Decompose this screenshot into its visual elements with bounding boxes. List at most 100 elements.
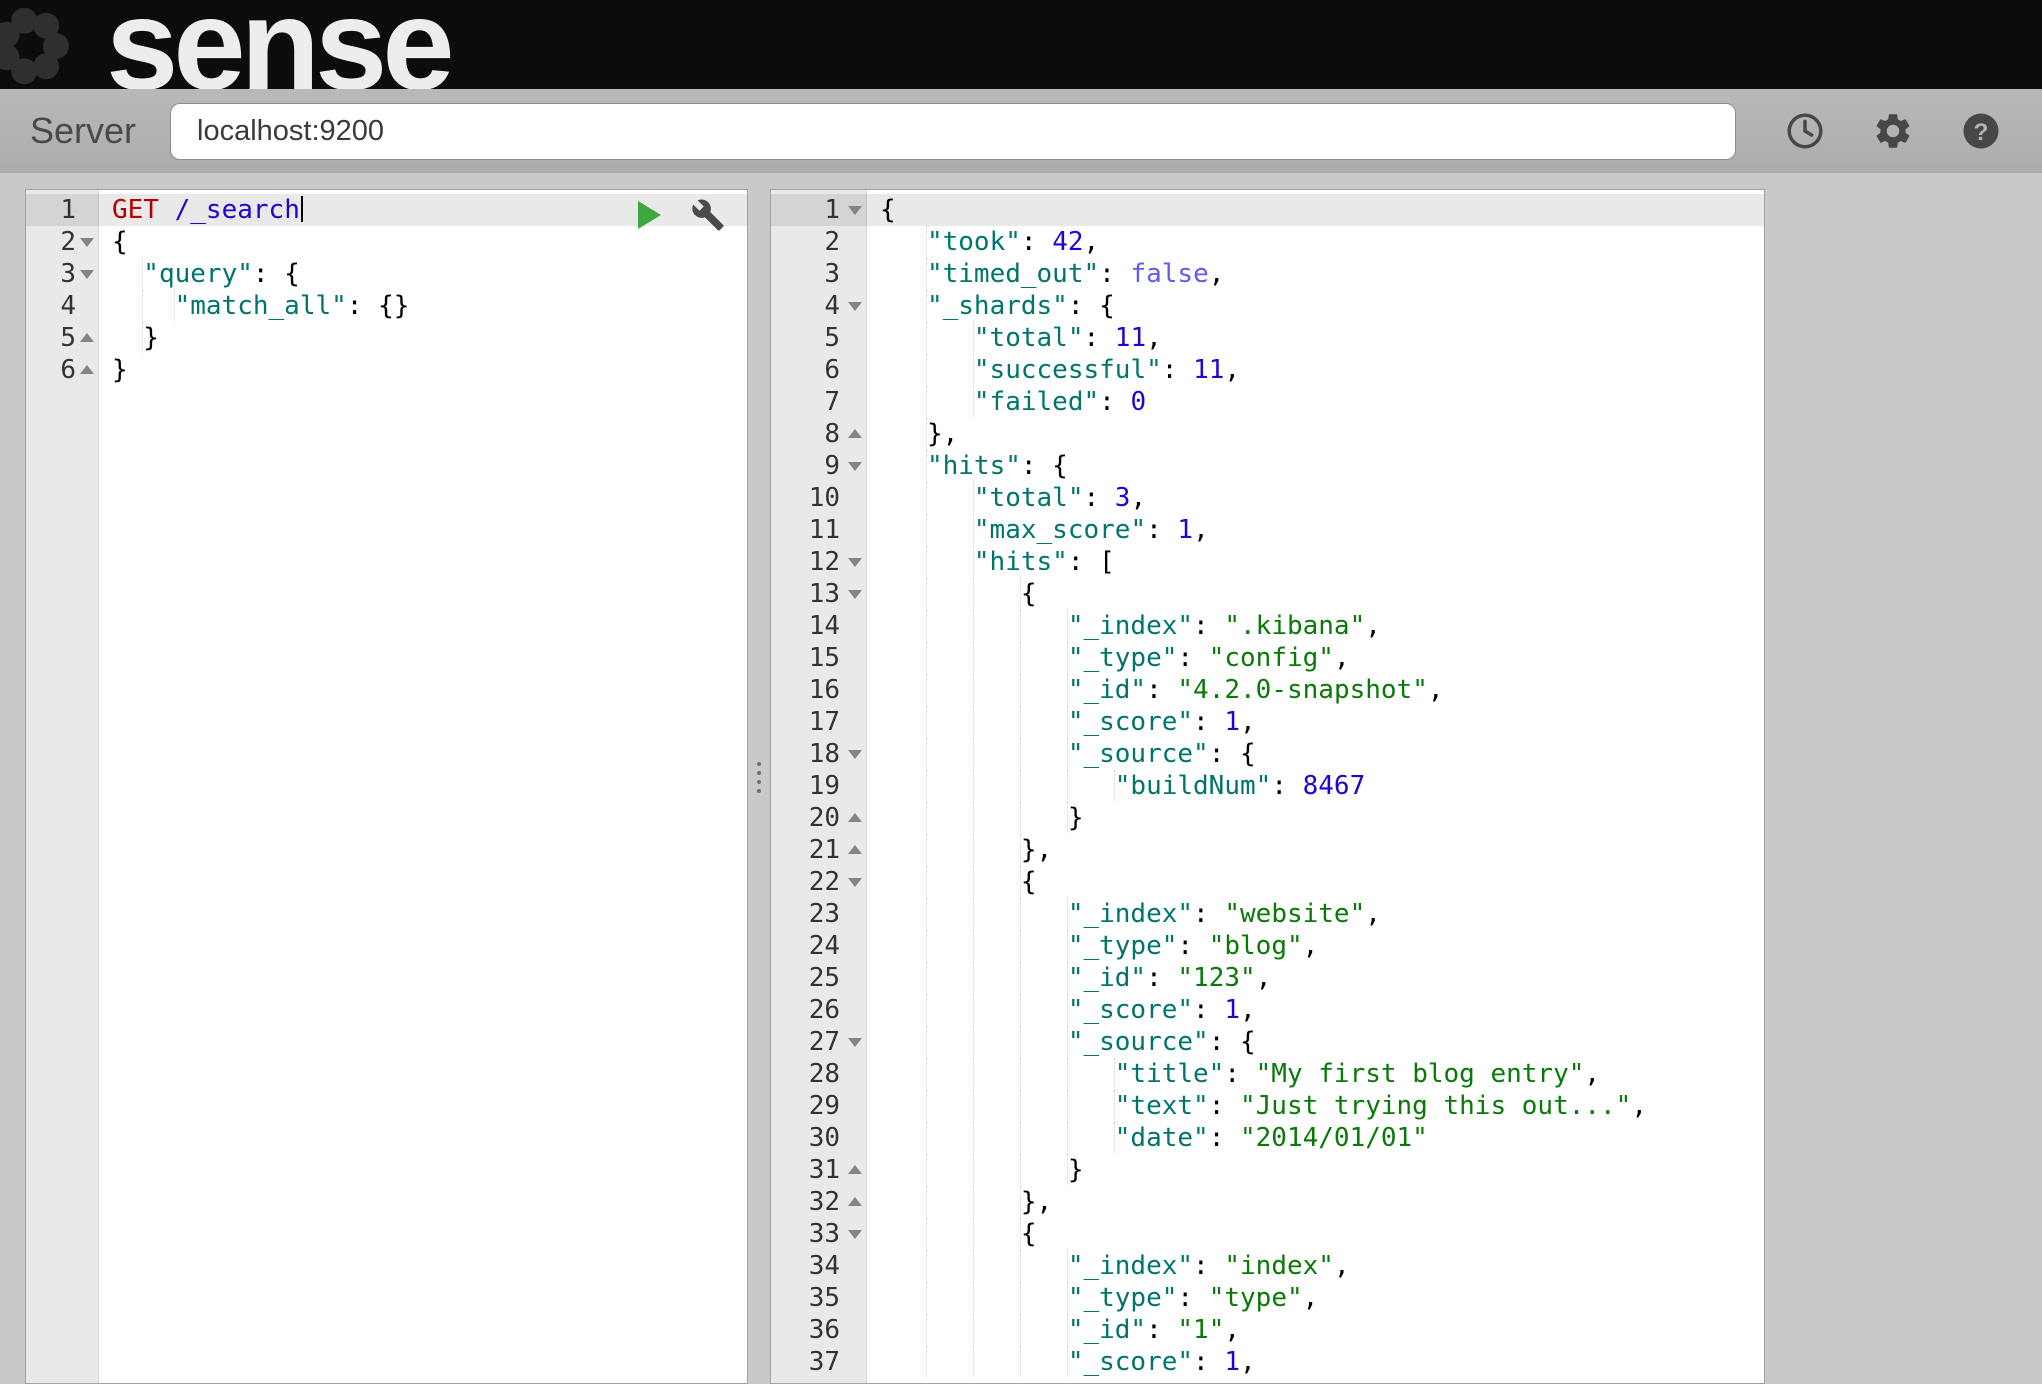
code-line[interactable]: 16"_id": "4.2.0-snapshot", bbox=[771, 674, 1764, 706]
settings-icon[interactable] bbox=[1872, 110, 1914, 152]
request-actions bbox=[638, 198, 725, 232]
code-line[interactable]: 20} bbox=[771, 802, 1764, 834]
server-input[interactable] bbox=[170, 103, 1736, 160]
code-line[interactable]: 7"failed": 0 bbox=[771, 386, 1764, 418]
fold-down-icon[interactable] bbox=[848, 1038, 862, 1047]
code-line[interactable]: 12"hits": [ bbox=[771, 546, 1764, 578]
code-line[interactable]: 4"match_all": {} bbox=[26, 290, 747, 322]
tools-icon[interactable] bbox=[691, 198, 725, 232]
indent-guide bbox=[143, 290, 174, 322]
indent-guide bbox=[880, 290, 927, 322]
code-line[interactable]: 19"buildNum": 8467 bbox=[771, 770, 1764, 802]
indent-guide bbox=[880, 1122, 927, 1154]
fold-down-icon[interactable] bbox=[80, 270, 94, 279]
code-line[interactable]: 31} bbox=[771, 1154, 1764, 1186]
indent-guide bbox=[927, 1186, 974, 1218]
fold-up-icon[interactable] bbox=[848, 1197, 862, 1206]
code-line[interactable]: 3"timed_out": false, bbox=[771, 258, 1764, 290]
run-request-button[interactable] bbox=[638, 201, 661, 229]
code-line[interactable]: 4"_shards": { bbox=[771, 290, 1764, 322]
line-number: 22 bbox=[771, 866, 866, 898]
fold-up-icon[interactable] bbox=[80, 365, 94, 374]
fold-down-icon[interactable] bbox=[848, 302, 862, 311]
code-line[interactable]: 17"_score": 1, bbox=[771, 706, 1764, 738]
fold-up-icon[interactable] bbox=[848, 429, 862, 438]
indent-guide bbox=[927, 578, 974, 610]
indent-guide bbox=[927, 322, 974, 354]
fold-down-icon[interactable] bbox=[848, 590, 862, 599]
code-line[interactable]: 6"successful": 11, bbox=[771, 354, 1764, 386]
indent-guide bbox=[880, 1218, 927, 1250]
code-line[interactable]: 3"query": { bbox=[26, 258, 747, 290]
code-line[interactable]: 5"total": 11, bbox=[771, 322, 1764, 354]
code-line[interactable]: 18"_source": { bbox=[771, 738, 1764, 770]
code-line[interactable]: 10"total": 3, bbox=[771, 482, 1764, 514]
line-number: 2 bbox=[26, 226, 98, 258]
fold-down-icon[interactable] bbox=[848, 558, 862, 567]
indent-guide bbox=[974, 610, 1021, 642]
fold-down-icon[interactable] bbox=[848, 462, 862, 471]
fold-up-icon[interactable] bbox=[80, 333, 94, 342]
indent-guide bbox=[1021, 610, 1068, 642]
code-line[interactable]: 11"max_score": 1, bbox=[771, 514, 1764, 546]
code-line[interactable]: 34"_index": "index", bbox=[771, 1250, 1764, 1282]
fold-down-icon[interactable] bbox=[848, 878, 862, 887]
indent-guide bbox=[974, 770, 1021, 802]
indent-guide bbox=[927, 866, 974, 898]
code-line[interactable]: 36"_id": "1", bbox=[771, 1314, 1764, 1346]
server-bar: Server ? bbox=[0, 89, 2042, 173]
line-number: 33 bbox=[771, 1218, 866, 1250]
code-line[interactable]: 26"_score": 1, bbox=[771, 994, 1764, 1026]
code-line[interactable]: 27"_source": { bbox=[771, 1026, 1764, 1058]
code-line[interactable]: 22{ bbox=[771, 866, 1764, 898]
top-bar: sense bbox=[0, 0, 2042, 89]
fold-down-icon[interactable] bbox=[848, 1230, 862, 1239]
indent-guide bbox=[1021, 994, 1068, 1026]
code-line[interactable]: 15"_type": "config", bbox=[771, 642, 1764, 674]
help-icon[interactable]: ? bbox=[1960, 110, 2002, 152]
code-line[interactable]: 35"_type": "type", bbox=[771, 1282, 1764, 1314]
code-line[interactable]: 8}, bbox=[771, 418, 1764, 450]
indent-guide bbox=[880, 1026, 927, 1058]
indent-guide bbox=[880, 1250, 927, 1282]
indent-guide bbox=[974, 1186, 1021, 1218]
indent-guide bbox=[880, 674, 927, 706]
history-icon[interactable] bbox=[1784, 110, 1826, 152]
code-line[interactable]: 32}, bbox=[771, 1186, 1764, 1218]
fold-down-icon[interactable] bbox=[848, 750, 862, 759]
line-number: 14 bbox=[771, 610, 866, 642]
code-line[interactable]: 13{ bbox=[771, 578, 1764, 610]
indent-guide bbox=[974, 706, 1021, 738]
fold-up-icon[interactable] bbox=[848, 845, 862, 854]
code-line[interactable]: 29"text": "Just trying this out...", bbox=[771, 1090, 1764, 1122]
code-line[interactable]: 30"date": "2014/01/01" bbox=[771, 1122, 1764, 1154]
sense-logo-icon bbox=[0, 0, 104, 89]
request-editor[interactable]: 1GET /_search2{3"query": {4"match_all": … bbox=[26, 190, 747, 1383]
code-line[interactable]: 37"_score": 1, bbox=[771, 1346, 1764, 1378]
code-line[interactable]: 24"_type": "blog", bbox=[771, 930, 1764, 962]
indent-guide bbox=[927, 1122, 974, 1154]
fold-down-icon[interactable] bbox=[80, 238, 94, 247]
fold-up-icon[interactable] bbox=[848, 1165, 862, 1174]
response-editor[interactable]: 1{2"took": 42,3"timed_out": false,4"_sha… bbox=[771, 190, 1764, 1383]
code-line[interactable]: 23"_index": "website", bbox=[771, 898, 1764, 930]
code-line[interactable]: 33{ bbox=[771, 1218, 1764, 1250]
line-number: 7 bbox=[771, 386, 866, 418]
code-line[interactable]: 21}, bbox=[771, 834, 1764, 866]
code-line[interactable]: 9"hits": { bbox=[771, 450, 1764, 482]
code-line[interactable]: 2"took": 42, bbox=[771, 226, 1764, 258]
code-line[interactable]: 25"_id": "123", bbox=[771, 962, 1764, 994]
fold-down-icon[interactable] bbox=[848, 206, 862, 215]
line-number: 1 bbox=[771, 194, 866, 226]
pane-resize-handle[interactable] bbox=[748, 762, 770, 793]
code-line[interactable]: 1{ bbox=[771, 194, 1764, 226]
line-number: 8 bbox=[771, 418, 866, 450]
code-line[interactable]: 5} bbox=[26, 322, 747, 354]
code-line[interactable]: 6} bbox=[26, 354, 747, 386]
code-line[interactable]: 28"title": "My first blog entry", bbox=[771, 1058, 1764, 1090]
indent-guide bbox=[927, 962, 974, 994]
code-line[interactable]: 14"_index": ".kibana", bbox=[771, 610, 1764, 642]
indent-guide bbox=[1068, 1058, 1115, 1090]
fold-up-icon[interactable] bbox=[848, 813, 862, 822]
indent-guide bbox=[927, 610, 974, 642]
